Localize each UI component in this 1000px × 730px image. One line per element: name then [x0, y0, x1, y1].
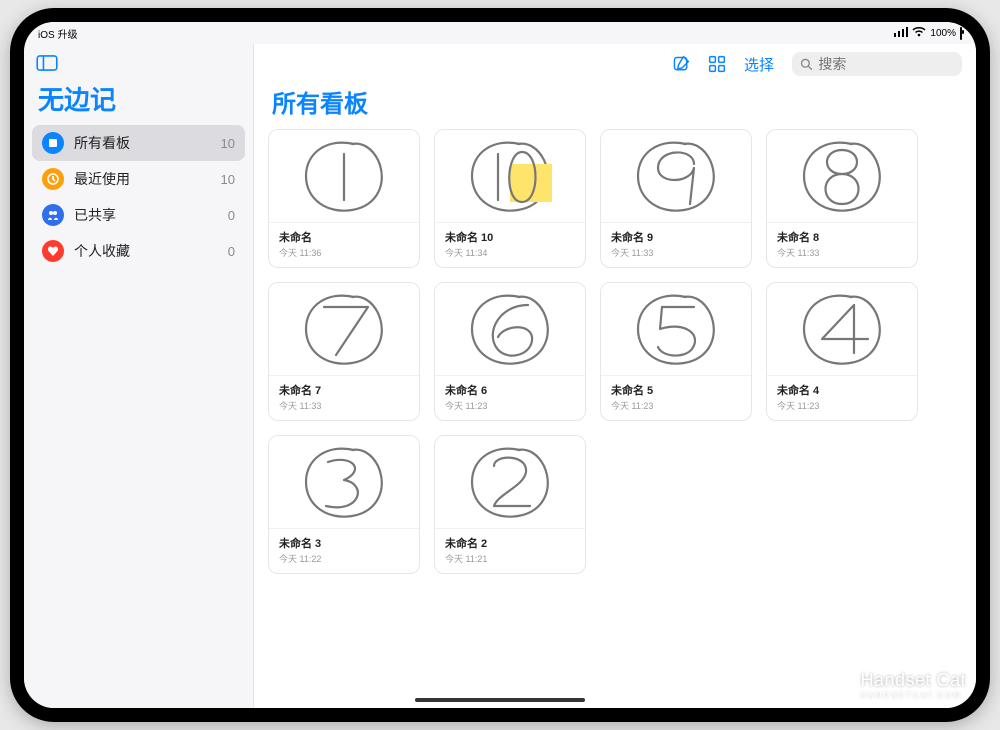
sidebar-item-label: 个人收藏 [74, 241, 130, 261]
board-card[interactable]: 未命名 5今天 11:23 [600, 282, 752, 421]
sidebar-item-label: 已共享 [74, 205, 116, 225]
new-board-button[interactable] [672, 55, 690, 73]
board-meta: 未命名 6今天 11:23 [435, 375, 585, 420]
battery-text: 100% [930, 28, 956, 39]
board-title: 未命名 4 [777, 382, 907, 398]
board-thumbnail [435, 130, 585, 222]
board-card[interactable]: 未命名今天 11:36 [268, 129, 420, 268]
board-title: 未命名 7 [279, 382, 409, 398]
device-frame: iOS 升级 100% [10, 8, 990, 722]
board-time: 今天 11:22 [279, 552, 409, 565]
board-meta: 未命名 9今天 11:33 [601, 222, 751, 267]
board-title: 未命名 6 [445, 382, 575, 398]
sidebar-item-label: 最近使用 [74, 169, 130, 189]
board-title: 未命名 [279, 229, 409, 245]
board-meta: 未命名 10今天 11:34 [435, 222, 585, 267]
status-right: 100% [894, 27, 962, 40]
board-time: 今天 11:23 [445, 399, 575, 412]
board-thumbnail [767, 130, 917, 222]
board-time: 今天 11:21 [445, 552, 575, 565]
sidebar-item-label: 所有看板 [74, 133, 130, 153]
board-title: 未命名 5 [611, 382, 741, 398]
board-time: 今天 11:23 [611, 399, 741, 412]
board-meta: 未命名 2今天 11:21 [435, 528, 585, 573]
board-time: 今天 11:36 [279, 246, 409, 259]
app-title: 无边记 [24, 80, 253, 125]
select-button[interactable]: 选择 [744, 54, 774, 75]
board-thumbnail [269, 130, 419, 222]
board-thumbnail [767, 283, 917, 375]
board-time: 今天 11:33 [611, 246, 741, 259]
sidebar-item-shared[interactable]: 已共享 0 [32, 197, 245, 233]
board-time: 今天 11:23 [777, 399, 907, 412]
sidebar-item-count: 10 [221, 172, 235, 187]
board-card[interactable]: 未命名 4今天 11:23 [766, 282, 918, 421]
board-thumbnail [269, 283, 419, 375]
main: 选择 所有看板 未命名今天 11:36未命名 10今天 11:34未命名 9今天… [254, 44, 976, 708]
board-time: 今天 11:33 [279, 399, 409, 412]
heart-icon [42, 240, 64, 262]
board-thumbnail [601, 283, 751, 375]
compose-icon [672, 55, 690, 73]
board-meta: 未命名 4今天 11:23 [767, 375, 917, 420]
clock-icon [42, 168, 64, 190]
sidebar-item-count: 0 [228, 208, 235, 223]
board-meta: 未命名 7今天 11:33 [269, 375, 419, 420]
board-thumbnail [435, 283, 585, 375]
signal-icon [894, 27, 908, 40]
board-thumbnail [269, 436, 419, 528]
board-thumbnail [435, 436, 585, 528]
sidebar-icon [36, 55, 58, 71]
page-title: 所有看板 [254, 84, 976, 129]
home-indicator[interactable] [415, 698, 585, 702]
board-card[interactable]: 未命名 2今天 11:21 [434, 435, 586, 574]
sidebar-item-recent[interactable]: 最近使用 10 [32, 161, 245, 197]
boards-icon [42, 132, 64, 154]
search-input[interactable] [818, 56, 954, 72]
sidebar-item-count: 0 [228, 244, 235, 259]
sidebar-item-favorite[interactable]: 个人收藏 0 [32, 233, 245, 269]
battery-icon [960, 28, 962, 39]
sidebar-list: 所有看板 10 最近使用 10 已共享 0 个人收藏 0 [24, 125, 253, 269]
status-left-text: iOS 升级 [38, 26, 77, 41]
people-icon [42, 204, 64, 226]
sidebar-item-all[interactable]: 所有看板 10 [32, 125, 245, 161]
board-title: 未命名 3 [279, 535, 409, 551]
board-card[interactable]: 未命名 10今天 11:34 [434, 129, 586, 268]
board-meta: 未命名 5今天 11:23 [601, 375, 751, 420]
board-card[interactable]: 未命名 8今天 11:33 [766, 129, 918, 268]
wifi-icon [912, 27, 926, 40]
screen: iOS 升级 100% [24, 22, 976, 708]
board-title: 未命名 9 [611, 229, 741, 245]
board-card[interactable]: 未命名 6今天 11:23 [434, 282, 586, 421]
board-title: 未命名 10 [445, 229, 575, 245]
sidebar-item-count: 10 [221, 136, 235, 151]
sidebar: 无边记 所有看板 10 最近使用 10 已共享 0 个人收藏 0 [24, 44, 254, 708]
board-time: 今天 11:34 [445, 246, 575, 259]
board-meta: 未命名 3今天 11:22 [269, 528, 419, 573]
board-thumbnail [601, 130, 751, 222]
sidebar-toggle-button[interactable] [34, 52, 60, 74]
board-card[interactable]: 未命名 3今天 11:22 [268, 435, 420, 574]
search-field[interactable] [792, 52, 962, 76]
board-card[interactable]: 未命名 7今天 11:33 [268, 282, 420, 421]
grid-icon [708, 55, 726, 73]
search-icon [800, 57, 812, 71]
board-title: 未命名 2 [445, 535, 575, 551]
layout-button[interactable] [708, 55, 726, 73]
board-meta: 未命名今天 11:36 [269, 222, 419, 267]
status-bar: iOS 升级 100% [24, 22, 976, 44]
toolbar: 选择 [254, 44, 976, 84]
board-title: 未命名 8 [777, 229, 907, 245]
board-card[interactable]: 未命名 9今天 11:33 [600, 129, 752, 268]
boards-grid: 未命名今天 11:36未命名 10今天 11:34未命名 9今天 11:33未命… [254, 129, 976, 588]
board-time: 今天 11:33 [777, 246, 907, 259]
board-meta: 未命名 8今天 11:33 [767, 222, 917, 267]
